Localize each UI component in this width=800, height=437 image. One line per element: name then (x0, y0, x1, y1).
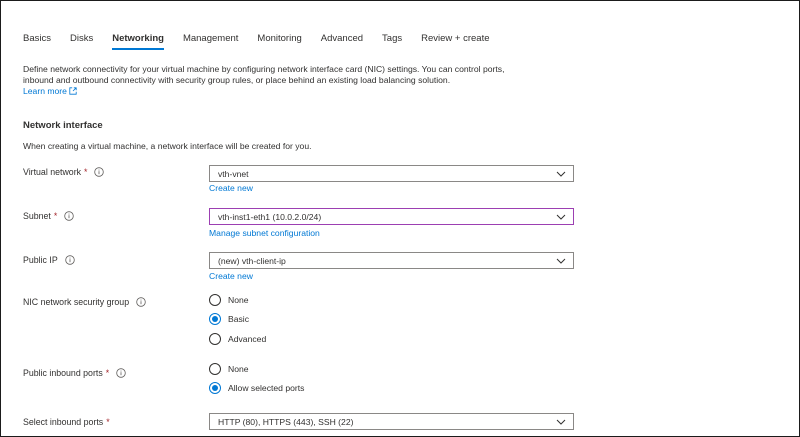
networking-page: Basics Disks Networking Management Monit… (0, 0, 800, 437)
tab-review-create[interactable]: Review + create (421, 33, 489, 50)
create-new-public-ip-link[interactable]: Create new (209, 271, 253, 281)
manage-subnet-configuration-link[interactable]: Manage subnet configuration (209, 228, 320, 238)
radio-unchecked (209, 363, 221, 375)
intro-line-1: Define network connectivity for your vir… (23, 64, 505, 74)
nic-nsg-label: NIC network security group (23, 297, 146, 307)
inbound-ports-radio-allow-selected[interactable]: Allow selected ports (209, 382, 304, 394)
intro-line-2: inbound and outbound connectivity with s… (23, 75, 451, 85)
learn-more-link[interactable]: Learn more (23, 86, 77, 96)
tab-advanced[interactable]: Advanced (321, 33, 363, 50)
nic-nsg-radio-none[interactable]: None (209, 294, 249, 306)
info-icon[interactable] (136, 297, 146, 307)
public-inbound-ports-label: Public inbound ports * (23, 368, 126, 378)
radio-unchecked (209, 294, 221, 306)
external-link-icon (69, 87, 77, 95)
select-inbound-ports-label: Select inbound ports * (23, 417, 110, 427)
select-inbound-ports-select[interactable]: HTTP (80), HTTPS (443), SSH (22) (209, 413, 574, 430)
tab-disks[interactable]: Disks (70, 33, 93, 50)
nic-nsg-radio-advanced[interactable]: Advanced (209, 333, 266, 345)
required-marker: * (84, 167, 88, 177)
virtual-network-label: Virtual network * (23, 167, 105, 177)
chevron-down-icon (556, 171, 566, 177)
virtual-network-value: vth-vnet (218, 168, 249, 179)
tab-basics[interactable]: Basics (23, 33, 51, 50)
virtual-network-select[interactable]: vth-vnet (209, 165, 574, 182)
tab-monitoring[interactable]: Monitoring (257, 33, 301, 50)
required-marker: * (53, 211, 58, 221)
learn-more-label: Learn more (23, 86, 67, 96)
subnet-label: Subnet * (23, 211, 75, 221)
tab-tags[interactable]: Tags (382, 33, 402, 50)
section-title: Network interface (23, 120, 103, 131)
wizard-tabs: Basics Disks Networking Management Monit… (23, 33, 509, 50)
info-icon[interactable] (64, 211, 75, 221)
chevron-down-icon (556, 419, 566, 425)
chevron-down-icon (556, 214, 566, 220)
info-icon[interactable] (116, 368, 126, 378)
nic-nsg-radio-basic[interactable]: Basic (209, 313, 249, 325)
subnet-value: vth-inst1-eth1 (10.0.2.0/24) (218, 211, 322, 222)
chevron-down-icon (556, 258, 566, 264)
subnet-select[interactable]: vth-inst1-eth1 (10.0.2.0/24) (209, 208, 574, 225)
radio-unchecked (209, 333, 221, 345)
section-description: When creating a virtual machine, a netwo… (23, 141, 312, 151)
public-ip-select[interactable]: (new) vth-client-ip (209, 252, 574, 269)
tab-networking[interactable]: Networking (112, 33, 164, 50)
public-ip-value: (new) vth-client-ip (218, 255, 286, 266)
create-new-vnet-link[interactable]: Create new (209, 183, 253, 193)
required-marker: * (105, 368, 110, 378)
info-icon[interactable] (94, 167, 105, 177)
intro-text: Define network connectivity for your vir… (23, 64, 603, 97)
inbound-ports-radio-none[interactable]: None (209, 363, 249, 375)
radio-checked (209, 382, 221, 394)
info-icon[interactable] (65, 255, 75, 265)
public-ip-label: Public IP (23, 255, 75, 265)
tab-management[interactable]: Management (183, 33, 238, 50)
select-inbound-ports-value: HTTP (80), HTTPS (443), SSH (22) (218, 416, 354, 427)
radio-checked (209, 313, 221, 325)
required-marker: * (106, 417, 110, 427)
